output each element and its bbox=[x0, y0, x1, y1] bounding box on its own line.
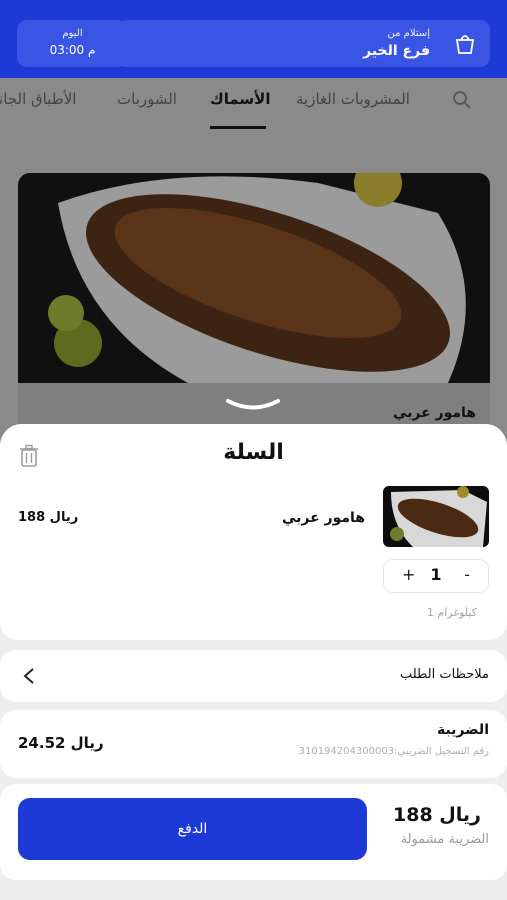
cart-item-thumbnail bbox=[383, 486, 489, 547]
pickup-day: اليوم bbox=[62, 28, 83, 39]
order-notes-label: ملاحظات الطلب bbox=[399, 667, 489, 682]
order-total: 188 ريال bbox=[393, 804, 481, 826]
cart-title: السلة bbox=[223, 440, 284, 465]
pickup-label: إستلام من bbox=[387, 28, 430, 39]
order-notes-row[interactable]: ملاحظات الطلب bbox=[0, 650, 507, 702]
quantity-stepper: - 1 + bbox=[383, 559, 489, 593]
search-icon[interactable] bbox=[452, 90, 472, 110]
shopping-bag-icon bbox=[455, 35, 475, 54]
pickup-time-selector[interactable]: اليوم 03:00 م bbox=[17, 20, 128, 67]
tax-label: الضريبة bbox=[436, 722, 489, 738]
cart-item-name: هامور عربي bbox=[281, 510, 365, 526]
pickup-branch-name: فرع الخير bbox=[363, 43, 430, 59]
tab-soups[interactable]: الشوربات bbox=[117, 90, 177, 108]
active-tab-indicator bbox=[210, 126, 266, 129]
cart-item-unit: 1 كيلوغرام bbox=[426, 606, 477, 619]
pickup-branch-selector[interactable]: إستلام من فرع الخير bbox=[117, 20, 490, 67]
cart-item-price: 188 ريال bbox=[18, 510, 79, 525]
quantity-value: 1 bbox=[430, 565, 442, 584]
cart-sheet: السلة هامور عربي 188 ريال - 1 + 1 كيلوغر… bbox=[0, 424, 507, 900]
tax-registration: رقم التسجيل الضريبي:310194204300003 bbox=[285, 746, 489, 757]
tax-included-note: الضريبة مشمولة bbox=[400, 832, 489, 847]
pickup-time: 03:00 م bbox=[49, 43, 96, 57]
tax-amount: 24.52 ريال bbox=[18, 734, 104, 752]
category-tabs: المشروبات الغازية الأسماك الشوربات الأطب… bbox=[0, 78, 507, 138]
tab-fish[interactable]: الأسماك bbox=[210, 90, 271, 108]
trash-icon[interactable] bbox=[18, 444, 40, 468]
tax-registration-label: رقم التسجيل الضريبي: bbox=[394, 746, 489, 757]
fried-fish-image bbox=[18, 173, 490, 383]
tax-registration-number: 310194204300003 bbox=[298, 746, 395, 757]
pay-button[interactable]: الدفع bbox=[18, 798, 367, 860]
chevron-left-icon bbox=[23, 668, 34, 684]
top-header: إستلام من فرع الخير اليوم 03:00 م bbox=[0, 0, 507, 78]
payment-card: 188 ريال الضريبة مشمولة الدفع bbox=[0, 784, 507, 880]
tab-side-dishes[interactable]: الأطباق الجانبية bbox=[0, 90, 76, 108]
tab-soft-drinks[interactable]: المشروبات الغازية bbox=[296, 90, 410, 108]
food-item-name: هامور عربي bbox=[392, 405, 476, 421]
tax-card: الضريبة رقم التسجيل الضريبي:310194204300… bbox=[0, 710, 507, 778]
increase-quantity-button[interactable]: + bbox=[402, 565, 415, 584]
chevron-down-icon[interactable] bbox=[224, 396, 282, 414]
cart-items-card: السلة هامور عربي 188 ريال - 1 + 1 كيلوغر… bbox=[0, 424, 507, 640]
